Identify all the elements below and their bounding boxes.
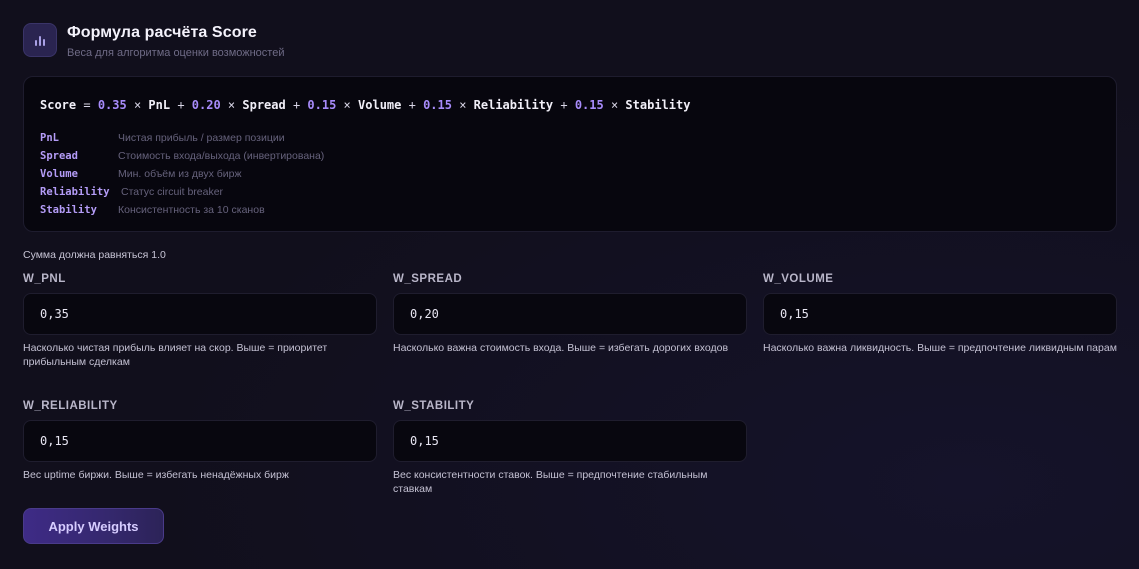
formula-legend: PnL Чистая прибыль / размер позиции Spre… bbox=[40, 129, 324, 219]
legend-key: Stability bbox=[40, 204, 97, 216]
legend-key: Volume bbox=[40, 168, 78, 180]
legend-desc: Консистентность за 10 сканов bbox=[118, 204, 265, 216]
formula-weight: 0.20 bbox=[191, 98, 221, 112]
legend-key: PnL bbox=[40, 132, 59, 144]
w-stability-input[interactable] bbox=[393, 420, 747, 462]
field-label: W_RELIABILITY bbox=[23, 400, 118, 412]
page-title: Формула расчёта Score bbox=[67, 24, 257, 41]
apply-weights-button[interactable]: Apply Weights bbox=[23, 508, 164, 544]
legend-key: Spread bbox=[40, 150, 78, 162]
legend-row: Stability Консистентность за 10 сканов bbox=[40, 201, 324, 219]
field-help: Насколько важна ликвидность. Выше = пред… bbox=[763, 342, 1117, 354]
field-help: Вес uptime биржи. Выше = избегать ненадё… bbox=[23, 469, 289, 481]
field-label: W_STABILITY bbox=[393, 400, 475, 412]
w-spread-input[interactable] bbox=[393, 293, 747, 335]
legend-row: Volume Мин. объём из двух бирж bbox=[40, 165, 324, 183]
formula-weight: 0.15 bbox=[307, 98, 337, 112]
field-w-spread: W_SPREAD Насколько важна стоимость входа… bbox=[393, 273, 747, 355]
legend-desc: Стоимость входа/выхода (инвертирована) bbox=[118, 150, 325, 162]
page-header: Формула расчёта Score Веса для алгоритма… bbox=[23, 23, 284, 59]
field-w-pnl: W_PNL Насколько чистая прибыль влияет на… bbox=[23, 273, 377, 369]
page-subtitle: Веса для алгоритма оценки возможностей bbox=[67, 47, 285, 59]
field-help: Насколько чистая прибыль влияет на скор.… bbox=[23, 342, 328, 368]
score-formula: Score = 0.35 × PnL + 0.20 × Spread + 0.1… bbox=[40, 98, 691, 112]
formula-weight: 0.35 bbox=[97, 98, 127, 112]
formula-weight: 0.15 bbox=[423, 98, 452, 112]
formula-term: PnL bbox=[148, 98, 171, 112]
sum-note: Сумма должна равняться 1.0 bbox=[23, 249, 166, 261]
legend-key: Reliability bbox=[40, 186, 110, 198]
w-pnl-input[interactable] bbox=[23, 293, 377, 335]
legend-desc: Чистая прибыль / размер позиции bbox=[118, 132, 285, 144]
field-w-volume: W_VOLUME Насколько важна ликвидность. Вы… bbox=[763, 273, 1117, 355]
formula-term: Stability bbox=[625, 98, 691, 112]
formula-weight: 0.15 bbox=[574, 98, 604, 112]
field-w-stability: W_STABILITY Вес консистентности ставок. … bbox=[393, 400, 747, 496]
bar-chart-icon bbox=[23, 23, 57, 57]
formula-term: Volume bbox=[358, 98, 402, 112]
formula-panel: Score = 0.35 × PnL + 0.20 × Spread + 0.1… bbox=[23, 76, 1117, 232]
legend-desc: Мин. объём из двух бирж bbox=[118, 168, 242, 180]
legend-row: PnL Чистая прибыль / размер позиции bbox=[40, 129, 324, 147]
formula-lhs: Score bbox=[40, 98, 77, 112]
field-label: W_SPREAD bbox=[393, 273, 463, 285]
legend-desc: Статус circuit breaker bbox=[121, 186, 224, 198]
w-volume-input[interactable] bbox=[763, 293, 1117, 335]
legend-row: Reliability Статус circuit breaker bbox=[40, 183, 324, 201]
legend-row: Spread Стоимость входа/выхода (инвертиро… bbox=[40, 147, 324, 165]
field-help: Насколько важна стоимость входа. Выше = … bbox=[393, 342, 729, 354]
formula-term: Spread bbox=[242, 98, 286, 112]
header-text: Формула расчёта Score Веса для алгоритма… bbox=[67, 24, 284, 59]
field-label: W_VOLUME bbox=[763, 273, 834, 285]
formula-term: Reliability bbox=[473, 98, 554, 112]
w-reliability-input[interactable] bbox=[23, 420, 377, 462]
field-help: Вес консистентности ставок. Выше = предп… bbox=[393, 469, 708, 495]
field-w-reliability: W_RELIABILITY Вес uptime биржи. Выше = и… bbox=[23, 400, 377, 482]
field-label: W_PNL bbox=[23, 273, 66, 285]
